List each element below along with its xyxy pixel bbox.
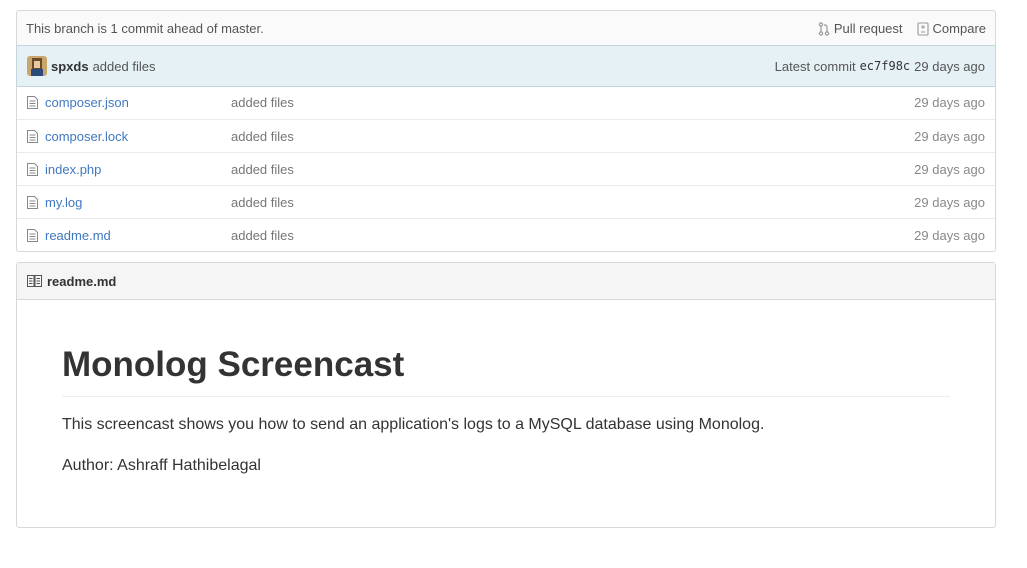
readme-filename: readme.md <box>47 273 117 289</box>
table-row: composer.lock added files 29 days ago <box>17 119 995 152</box>
file-age: 29 days ago <box>914 227 985 243</box>
file-link[interactable]: my.log <box>45 195 231 210</box>
compare-label: Compare <box>932 21 986 36</box>
file-link[interactable]: composer.lock <box>45 129 231 144</box>
table-row: my.log added files 29 days ago <box>17 185 995 218</box>
readme-paragraph: This screencast shows you how to send an… <box>62 416 765 433</box>
avatar[interactable] <box>27 56 47 76</box>
git-pull-request-icon <box>818 21 830 36</box>
file-link[interactable]: readme.md <box>45 228 231 243</box>
commit-age: 29 days ago <box>914 58 985 74</box>
readme-body: Monolog Screencast This screencast shows… <box>17 300 995 475</box>
table-row: readme.md added files 29 days ago <box>17 218 995 251</box>
book-icon <box>27 275 42 287</box>
file-commit-message[interactable]: added files <box>231 95 914 110</box>
file-list: composer.json added files 29 days ago co… <box>16 86 996 252</box>
file-age: 29 days ago <box>914 95 985 110</box>
file-text-icon <box>27 228 40 242</box>
compare-button[interactable]: Compare <box>916 21 986 36</box>
file-age: 29 days ago <box>914 161 985 177</box>
file-commit-message[interactable]: added files <box>231 129 914 144</box>
file-age: 29 days ago <box>914 128 985 144</box>
file-text-icon <box>27 96 40 109</box>
file-commit-message[interactable]: added files <box>231 195 914 210</box>
latest-commit-label: Latest commit <box>774 58 856 74</box>
latest-commit-bar: spxds added files Latest commit ec7f98c … <box>16 45 996 87</box>
file-text-icon <box>27 162 40 176</box>
pull-request-button[interactable]: Pull request <box>818 21 903 36</box>
file-text-icon <box>27 129 40 143</box>
file-commit-message[interactable]: added files <box>231 162 914 177</box>
commit-author[interactable]: spxds <box>51 59 89 74</box>
diff-icon <box>916 21 929 36</box>
commit-message[interactable]: added files <box>93 59 775 74</box>
file-text-icon <box>27 195 40 209</box>
file-commit-message[interactable]: added files <box>231 228 914 243</box>
file-age: 29 days ago <box>914 194 985 210</box>
readme-panel: readme.md Monolog Screencast This screen… <box>16 262 996 528</box>
pull-request-label: Pull request <box>833 21 903 36</box>
file-link[interactable]: index.php <box>45 162 231 177</box>
table-row: composer.json added files 29 days ago <box>17 86 995 119</box>
branch-ahead-message: This branch is 1 commit ahead of master. <box>26 21 264 36</box>
branch-status-bar: This branch is 1 commit ahead of master.… <box>16 10 996 46</box>
readme-title: Monolog Screencast <box>62 344 950 397</box>
readme-header: readme.md <box>17 263 995 300</box>
readme-paragraph: Author: Ashraff Hathibelagal <box>62 457 261 475</box>
commit-sha[interactable]: ec7f98c <box>860 59 911 73</box>
file-link[interactable]: composer.json <box>45 95 231 110</box>
table-row: index.php added files 29 days ago <box>17 152 995 185</box>
